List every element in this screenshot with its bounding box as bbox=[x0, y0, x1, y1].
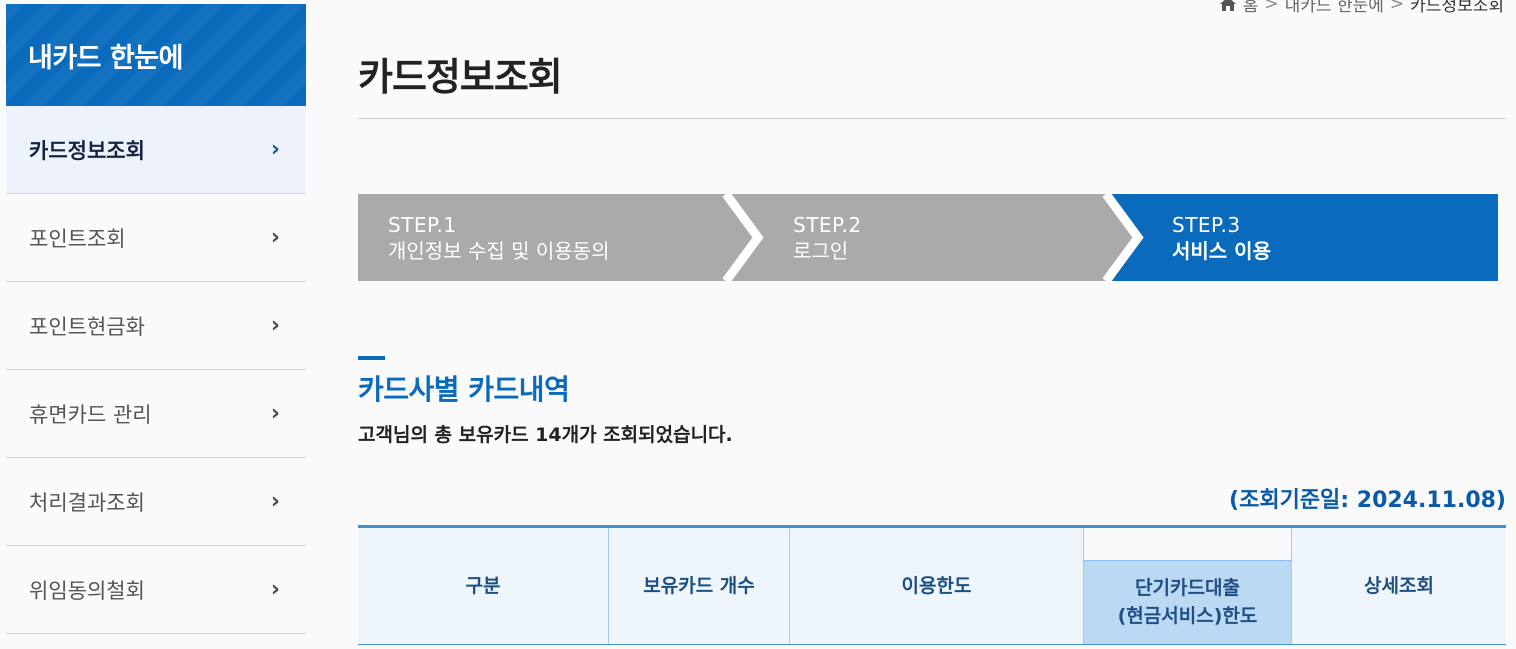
sidebar-title: 내카드 한눈에 bbox=[6, 4, 306, 106]
step-label: STEP.1 bbox=[388, 213, 457, 237]
chevron-right-icon: › bbox=[270, 313, 280, 338]
step-desc: 서비스 이용 bbox=[1172, 239, 1271, 263]
sidebar: 내카드 한눈에 카드정보조회 › 포인트조회 › 포인트현금화 › 휴면카드 관… bbox=[6, 4, 306, 634]
reference-date: (조회기준일: 2024.11.08) bbox=[1229, 488, 1506, 513]
step-indicator: STEP.1 개인정보 수집 및 이용동의 STEP.2 로그인 STEP.3 … bbox=[358, 194, 1498, 281]
step-label: STEP.3 bbox=[1172, 213, 1241, 237]
col-header-card-count: 보유카드 개수 bbox=[608, 526, 790, 645]
sidebar-item-label: 위임동의철회 bbox=[29, 578, 145, 603]
sidebar-item-label: 포인트현금화 bbox=[29, 314, 145, 339]
sidebar-item-consent-withdraw[interactable]: 위임동의철회 › bbox=[6, 546, 306, 634]
header-text: 단기카드대출 (현금서비스)한도 bbox=[1084, 574, 1291, 630]
sidebar-item-label: 처리결과조회 bbox=[29, 490, 145, 515]
chevron-right-icon: > bbox=[1389, 0, 1405, 14]
table-header-row: 구분 보유카드 개수 이용한도 단기카드대출 (현금서비스)한도 상세조회 bbox=[358, 526, 1506, 645]
sidebar-item-result[interactable]: 처리결과조회 › bbox=[6, 458, 306, 546]
home-icon[interactable] bbox=[1219, 0, 1237, 12]
section-subtitle: 고객님의 총 보유카드 14개가 조회되었습니다. bbox=[358, 424, 733, 446]
step-1: STEP.1 개인정보 수집 및 이용동의 bbox=[388, 212, 609, 264]
step-label: STEP.2 bbox=[793, 213, 862, 237]
step-desc: 로그인 bbox=[793, 239, 849, 263]
sidebar-item-label: 카드정보조회 bbox=[29, 138, 145, 163]
sidebar-item-points[interactable]: 포인트조회 › bbox=[6, 194, 306, 282]
sidebar-item-label: 휴면카드 관리 bbox=[29, 402, 152, 427]
breadcrumb-home[interactable]: 홈 bbox=[1243, 0, 1259, 16]
col-header-detail: 상세조회 bbox=[1291, 526, 1506, 645]
chevron-right-icon: › bbox=[270, 137, 280, 162]
col-header-limit: 이용한도 bbox=[789, 526, 1084, 645]
section-title: 카드사별 카드내역 bbox=[358, 373, 570, 406]
page-title: 카드정보조회 bbox=[358, 55, 563, 99]
sidebar-item-label: 포인트조회 bbox=[29, 226, 126, 251]
step-desc: 개인정보 수집 및 이용동의 bbox=[388, 239, 610, 263]
header-line-2: (현금서비스)한도 bbox=[1117, 605, 1258, 627]
col-header-cash-service-limit: 단기카드대출 (현금서비스)한도 bbox=[1083, 526, 1292, 645]
header-line-1: 단기카드대출 bbox=[1135, 577, 1240, 599]
breadcrumb: 홈 > 내카드 한눈에 > 카드정보조회 bbox=[1219, 0, 1504, 16]
breadcrumb-current: 카드정보조회 bbox=[1410, 0, 1504, 16]
card-summary-table: 구분 보유카드 개수 이용한도 단기카드대출 (현금서비스)한도 상세조회 bbox=[358, 525, 1506, 645]
col-header-category: 구분 bbox=[358, 526, 609, 645]
sidebar-item-card-info[interactable]: 카드정보조회 › bbox=[6, 106, 306, 194]
section-accent-bar bbox=[358, 356, 385, 360]
breadcrumb-level1[interactable]: 내카드 한눈에 bbox=[1285, 0, 1384, 16]
chevron-right-icon: › bbox=[270, 489, 280, 514]
step-3: STEP.3 서비스 이용 bbox=[1172, 212, 1271, 264]
step-2: STEP.2 로그인 bbox=[793, 212, 862, 264]
chevron-right-icon: > bbox=[1264, 0, 1279, 14]
sidebar-item-point-cash[interactable]: 포인트현금화 › bbox=[6, 282, 306, 370]
title-divider bbox=[358, 118, 1506, 119]
chevron-right-icon: › bbox=[270, 225, 280, 250]
chevron-right-icon: › bbox=[270, 401, 280, 426]
sidebar-item-dormant-card[interactable]: 휴면카드 관리 › bbox=[6, 370, 306, 458]
chevron-right-icon: › bbox=[270, 577, 280, 602]
